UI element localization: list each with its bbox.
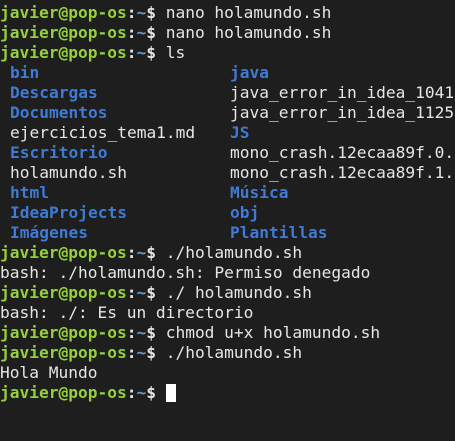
command-text: nano holamundo.sh — [165, 23, 332, 42]
command-text: ls — [165, 43, 186, 62]
prompt-user-host: javier@pop-os — [0, 243, 127, 262]
command-text: nano holamundo.sh — [165, 3, 332, 22]
prompt-user-host: javier@pop-os — [0, 323, 127, 342]
prompt-path: ~ — [136, 43, 147, 62]
ls-entry-right: java_error_in_idea_1125 — [230, 103, 455, 122]
prompt-line: javier@pop-os:~$ ./holamundo.sh — [0, 343, 455, 363]
prompt-user-host: javier@pop-os — [0, 383, 127, 402]
ls-output-row: holamundo.sh mono_crash.12ecaa89f.1. — [0, 163, 455, 183]
terminal-window[interactable]: javier@pop-os:~$ nano holamundo.sh javie… — [0, 0, 455, 441]
ls-entry-left: Escritorio — [10, 143, 108, 162]
prompt-path: ~ — [136, 343, 147, 362]
prompt-symbol: $ — [146, 3, 156, 22]
prompt-symbol: $ — [146, 283, 156, 302]
prompt-user-host: javier@pop-os — [0, 343, 127, 362]
prompt-symbol: $ — [146, 243, 156, 262]
prompt-colon: : — [126, 243, 137, 262]
block-cursor-icon[interactable] — [165, 384, 176, 402]
prompt-user-host: javier@pop-os — [0, 3, 127, 22]
command-text: ./ holamundo.sh — [165, 283, 312, 302]
ls-entry-right: Música — [230, 183, 289, 202]
prompt-line: javier@pop-os:~$ chmod u+x holamundo.sh — [0, 323, 455, 343]
ls-entry-right: mono_crash.12ecaa89f.0. — [230, 143, 455, 162]
prompt-line: javier@pop-os:~$ nano holamundo.sh — [0, 3, 455, 23]
prompt-path: ~ — [136, 383, 147, 402]
ls-output-row: IdeaProjects obj — [0, 203, 455, 223]
ls-entry-right: mono_crash.12ecaa89f.1. — [230, 163, 455, 182]
command-text: chmod u+x holamundo.sh — [165, 323, 381, 342]
ls-entry-right: JS — [230, 123, 250, 142]
prompt-symbol: $ — [146, 383, 156, 402]
prompt-user-host: javier@pop-os — [0, 283, 127, 302]
prompt-symbol: $ — [146, 23, 156, 42]
prompt-path: ~ — [136, 283, 147, 302]
prompt-colon: : — [126, 23, 137, 42]
prompt-symbol: $ — [146, 43, 156, 62]
prompt-path: ~ — [136, 243, 147, 262]
prompt-user-host: javier@pop-os — [0, 23, 127, 42]
ls-entry-right: obj — [230, 203, 260, 222]
ls-entry-left: ejercicios_tema1.md — [10, 123, 196, 142]
prompt-line: javier@pop-os:~$ ls — [0, 43, 455, 63]
ls-output-row: Documentos java_error_in_idea_1125 — [0, 103, 455, 123]
ls-entry-left: html — [10, 183, 49, 202]
ls-entry-left: IdeaProjects — [10, 203, 127, 222]
ls-output-row: Imágenes Plantillas — [0, 223, 455, 243]
prompt-symbol: $ — [146, 343, 156, 362]
ls-entry-right: Plantillas — [230, 223, 328, 242]
ls-entry-left: bin — [10, 63, 40, 82]
output-line: bash: ./: Es un directorio — [0, 303, 254, 322]
prompt-symbol: $ — [146, 323, 156, 342]
prompt-path: ~ — [136, 23, 147, 42]
prompt-line: javier@pop-os:~$ ./holamundo.sh — [0, 243, 455, 263]
ls-entry-left: Descargas — [10, 83, 98, 102]
ls-entry-left: Documentos — [10, 103, 108, 122]
prompt-colon: : — [126, 323, 137, 342]
output-line: Hola Mundo — [0, 363, 98, 382]
prompt-line: javier@pop-os:~$ ./ holamundo.sh — [0, 283, 455, 303]
ls-entry-left: holamundo.sh — [10, 163, 127, 182]
ls-output-row: Descargas java_error_in_idea_1041 — [0, 83, 455, 103]
ls-output-row: Escritorio mono_crash.12ecaa89f.0. — [0, 143, 455, 163]
active-prompt-line[interactable]: javier@pop-os:~$ — [0, 383, 455, 403]
prompt-user-host: javier@pop-os — [0, 43, 127, 62]
output-line: bash: ./holamundo.sh: Permiso denegado — [0, 263, 371, 282]
command-text: ./holamundo.sh — [165, 243, 303, 262]
ls-entry-right: java_error_in_idea_1041 — [230, 83, 455, 102]
ls-output-row: ejercicios_tema1.md JS — [0, 123, 455, 143]
ls-entry-right: java — [230, 63, 269, 82]
prompt-path: ~ — [136, 3, 147, 22]
prompt-colon: : — [126, 43, 137, 62]
ls-output-row: html Música — [0, 183, 455, 203]
command-text: ./holamundo.sh — [165, 343, 303, 362]
prompt-path: ~ — [136, 323, 147, 342]
ls-entry-left: Imágenes — [10, 223, 88, 242]
prompt-colon: : — [126, 283, 137, 302]
prompt-colon: : — [126, 3, 137, 22]
prompt-line: javier@pop-os:~$ nano holamundo.sh — [0, 23, 455, 43]
prompt-colon: : — [126, 343, 137, 362]
ls-output-row: bin java — [0, 63, 455, 83]
prompt-colon: : — [126, 383, 137, 402]
